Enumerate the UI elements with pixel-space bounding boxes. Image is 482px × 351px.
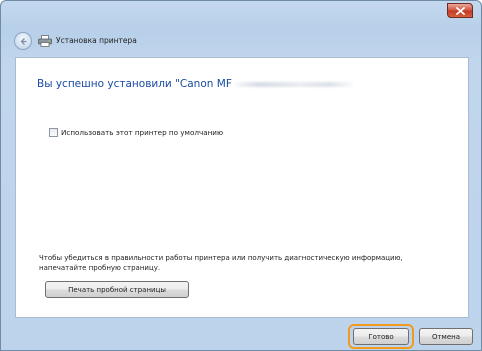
printer-icon [38,35,52,47]
success-heading: Вы успешно установили "Canon MF [37,77,353,91]
print-test-page-button[interactable]: Печать пробной страницы [45,281,189,298]
info-line-2: напечатайте пробную страницу. [39,264,161,272]
info-line-1: Чтобы убедиться в правильности работы пр… [39,254,403,262]
test-page-info: Чтобы убедиться в правильности работы пр… [39,253,459,273]
success-heading-text: Вы успешно установили "Canon MF [37,78,232,90]
back-button[interactable] [14,32,32,50]
content-panel: Вы успешно установили "Canon MF Использо… [15,57,469,318]
dialog-title: Установка принтера [56,36,137,45]
close-button[interactable] [447,3,473,18]
default-printer-option[interactable]: Использовать этот принтер по умолчанию [49,127,223,138]
default-printer-label[interactable]: Использовать этот принтер по умолчанию [61,128,223,137]
default-printer-checkbox[interactable] [49,128,58,137]
printer-install-dialog: Установка принтера Вы успешно установили… [0,0,482,351]
finish-button[interactable]: Готово [353,328,409,345]
back-arrow-icon [20,38,27,45]
close-icon [456,7,465,15]
blurred-model-name [234,81,353,87]
cancel-button[interactable]: Отмена [419,328,473,345]
